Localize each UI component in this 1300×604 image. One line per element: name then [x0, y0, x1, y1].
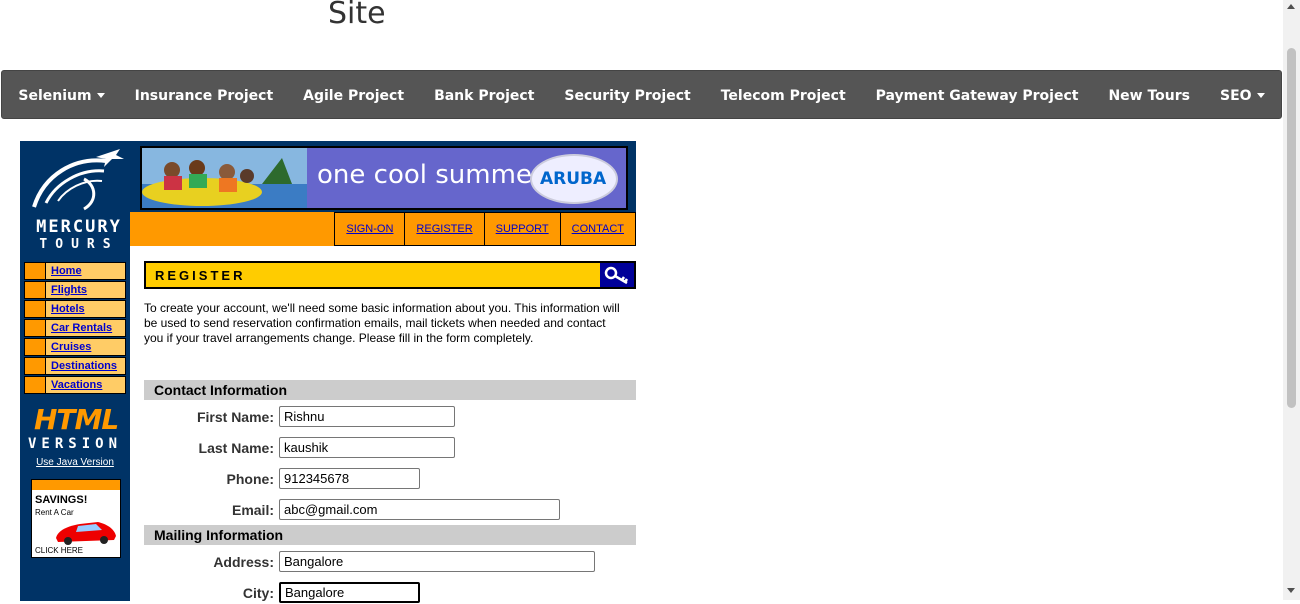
mercury-tours-frame: MERCURY TOURS Home Flights Hotels Car Re… [20, 141, 636, 604]
contact-link[interactable]: CONTACT [559, 213, 635, 245]
mercury-tours-logo: MERCURY TOURS [24, 145, 126, 253]
red-car-icon [56, 522, 116, 545]
key-icon [600, 263, 634, 287]
city-row: City: [144, 582, 636, 604]
top-nav-links: SIGN-ON REGISTER SUPPORT CONTACT [334, 212, 636, 246]
banner-text: one cool summer [317, 160, 543, 190]
register-intro-text: To create your account, we'll need some … [144, 301, 620, 345]
sidebar-item-flights[interactable]: Flights [24, 281, 126, 299]
plane-logo-icon [32, 149, 124, 211]
ad-top-bar [32, 480, 120, 490]
phone-row: Phone: [144, 468, 636, 490]
sidebar-item-label[interactable]: Vacations [46, 377, 102, 393]
menu-bullet [25, 377, 46, 393]
first-name-row: First Name: [144, 406, 636, 428]
sidebar-item-home[interactable]: Home [24, 262, 126, 280]
scroll-up-arrow-icon[interactable] [1287, 4, 1295, 9]
top-navigation: SIGN-ON REGISTER SUPPORT CONTACT [130, 212, 636, 246]
sidebar-item-vacations[interactable]: Vacations [24, 376, 126, 394]
aruba-brand: ARUBA [540, 169, 607, 189]
email-row: Email: [144, 499, 636, 521]
side-menu: Home Flights Hotels Car Rentals Cruises … [24, 262, 126, 395]
vertical-scrollbar[interactable] [1283, 0, 1300, 600]
email-field[interactable] [279, 499, 560, 520]
nav-item-label: SEO [1220, 87, 1252, 104]
scroll-thumb[interactable] [1287, 48, 1296, 408]
caret-down-icon [96, 93, 105, 98]
register-link[interactable]: REGISTER [404, 213, 483, 245]
sidebar-item-label[interactable]: Home [46, 263, 82, 279]
menu-bullet [25, 301, 46, 317]
address-row: Address: [144, 551, 636, 573]
use-java-version-link[interactable]: Use Java Version [20, 457, 130, 468]
menu-bullet [25, 339, 46, 355]
left-column: MERCURY TOURS Home Flights Hotels Car Re… [20, 141, 130, 601]
sidebar-item-label[interactable]: Hotels [46, 301, 85, 317]
html-version-small: VERSION [28, 436, 123, 452]
menu-bullet [25, 282, 46, 298]
nav-item-insurance-project[interactable]: Insurance Project [120, 88, 289, 104]
sidebar-item-label[interactable]: Car Rentals [46, 320, 112, 336]
ad-title: SAVINGS! [35, 494, 88, 506]
nav-item-selenium[interactable]: Selenium [3, 88, 119, 104]
city-label: City: [242, 585, 274, 601]
menu-bullet [25, 320, 46, 336]
address-field[interactable] [279, 551, 595, 572]
html-version-big: HTML [34, 403, 119, 436]
support-link[interactable]: SUPPORT [483, 213, 560, 245]
section-title: Mailing Information [154, 527, 284, 543]
nav-item-new-tours[interactable]: New Tours [1093, 88, 1205, 104]
sign-on-link[interactable]: SIGN-ON [335, 213, 404, 245]
nav-item-telecom-project[interactable]: Telecom Project [706, 88, 861, 104]
address-label: Address: [213, 554, 274, 570]
section-title: Contact Information [154, 382, 287, 398]
savings-ad[interactable]: SAVINGS! Rent A Car CLICK HERE [31, 479, 121, 558]
nav-item-seo[interactable]: SEO [1205, 88, 1280, 104]
ad-cta: CLICK HERE [35, 546, 84, 555]
mailing-information-header: Mailing Information [144, 525, 636, 545]
sidebar-item-label[interactable]: Cruises [46, 339, 91, 355]
sidebar-item-hotels[interactable]: Hotels [24, 300, 126, 318]
phone-label: Phone: [226, 471, 274, 487]
scroll-down-arrow-icon[interactable] [1287, 588, 1295, 593]
nav-items: Selenium Insurance Project Agile Project… [2, 71, 1281, 120]
aruba-banner[interactable]: one cool summer ARUBA [140, 146, 628, 210]
first-name-field[interactable] [279, 406, 455, 427]
email-label: Email: [231, 502, 274, 518]
logo-line-2: TOURS [39, 237, 119, 252]
sidebar-item-cruises[interactable]: Cruises [24, 338, 126, 356]
sidebar-item-label[interactable]: Flights [46, 282, 87, 298]
phone-field[interactable] [279, 468, 420, 489]
main-navbar: Selenium Insurance Project Agile Project… [1, 70, 1282, 119]
menu-bullet [25, 263, 46, 279]
aruba-logo: ARUBA [530, 154, 618, 204]
first-name-label: First Name: [196, 409, 274, 425]
register-title: REGISTER [155, 268, 246, 283]
menu-bullet [25, 358, 46, 374]
nav-item-bank-project[interactable]: Bank Project [419, 88, 549, 104]
contact-information-header: Contact Information [144, 380, 636, 400]
sidebar-item-destinations[interactable]: Destinations [24, 357, 126, 375]
sidebar-item-label[interactable]: Destinations [46, 358, 117, 374]
sidebar-item-car-rentals[interactable]: Car Rentals [24, 319, 126, 337]
nav-item-agile-project[interactable]: Agile Project [288, 88, 419, 104]
caret-down-icon [1256, 93, 1265, 98]
register-header: REGISTER [144, 261, 636, 289]
beach-photo-image [142, 148, 307, 208]
nav-item-label: Selenium [18, 87, 92, 104]
nav-item-security-project[interactable]: Security Project [549, 88, 705, 104]
last-name-row: Last Name: [144, 437, 636, 459]
html-version-logo: HTML VERSION [28, 403, 124, 453]
logo-line-1: MERCURY [36, 217, 122, 237]
nav-item-payment-gateway-project[interactable]: Payment Gateway Project [861, 88, 1094, 104]
last-name-field[interactable] [279, 437, 455, 458]
banner-area: one cool summer ARUBA [130, 141, 636, 212]
last-name-label: Last Name: [198, 440, 274, 456]
site-title: Site [328, 0, 386, 31]
